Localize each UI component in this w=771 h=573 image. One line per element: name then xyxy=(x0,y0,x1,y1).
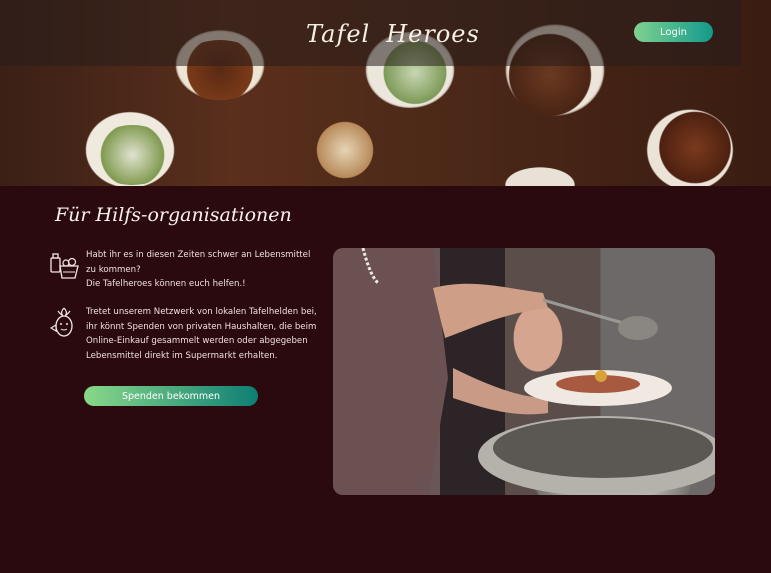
logo-text-right: Heroes xyxy=(386,20,480,48)
volunteer-serving-photo xyxy=(333,248,715,495)
hero-banner: Tafel Heroes Login xyxy=(0,0,771,186)
section-title: Für Hilfs-organisationen xyxy=(55,204,292,226)
info-text-1-line2: Die Tafelheroes können euch helfen.! xyxy=(86,279,246,289)
login-button[interactable]: Login xyxy=(634,22,713,42)
logo[interactable]: Tafel Heroes xyxy=(306,8,479,60)
info-block-2: Tretet unserem Netzwerk von lokalen Tafe… xyxy=(48,305,322,363)
info-text-2-body: Tretet unserem Netzwerk von lokalen Tafe… xyxy=(86,307,317,361)
food-image xyxy=(650,110,740,185)
donate-button[interactable]: Spenden bekommen xyxy=(84,386,258,406)
logo-text-left: Tafel xyxy=(306,20,371,48)
info-block-1: Habt ihr es in diesen Zeiten schwer an L… xyxy=(48,248,322,292)
photo-illustration xyxy=(333,248,715,495)
grocery-basket-icon xyxy=(50,253,79,279)
veggie-hero-icon xyxy=(49,307,73,337)
info-text-1: Habt ihr es in diesen Zeiten schwer an L… xyxy=(86,248,322,292)
food-image xyxy=(90,125,175,185)
food-image xyxy=(310,120,380,180)
info-text-1-line1: Habt ihr es in diesen Zeiten schwer an L… xyxy=(86,250,311,275)
info-text-2: Tretet unserem Netzwerk von lokalen Tafe… xyxy=(86,305,322,363)
